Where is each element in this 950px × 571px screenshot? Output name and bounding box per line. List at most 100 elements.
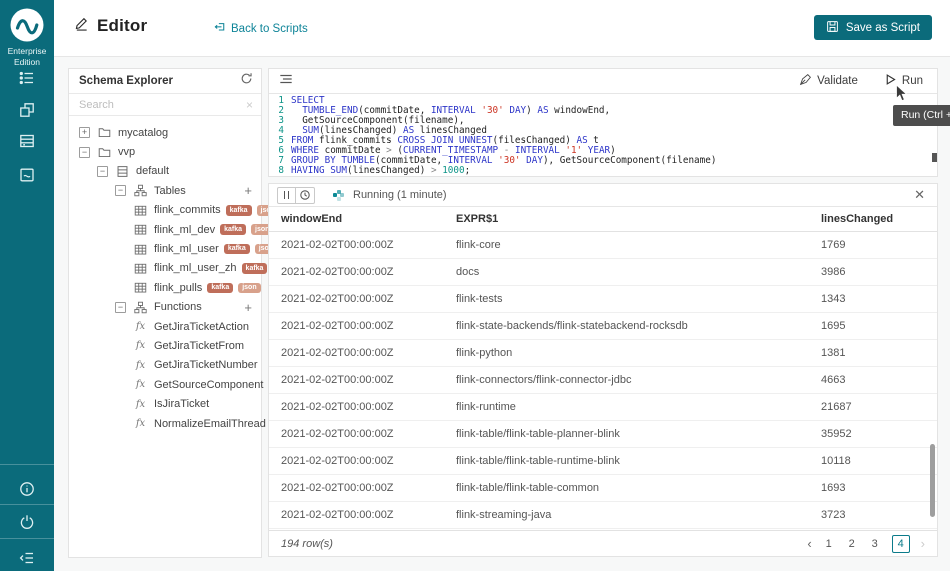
cell-windowend: 2021-02-02T00:00:00Z — [281, 482, 456, 494]
collapse-sidebar-icon[interactable] — [0, 545, 54, 571]
badge-kafka: kafka — [224, 244, 250, 255]
cell-lineschanged: 35952 — [821, 428, 937, 440]
collapse-node-icon[interactable]: − — [115, 185, 126, 196]
page-2[interactable]: 2 — [846, 538, 858, 550]
sidebar-divider — [0, 504, 54, 505]
results-footer: 194 row(s) ‹ 1234 › — [269, 530, 937, 556]
cell-lineschanged: 21687 — [821, 401, 937, 413]
cell-windowend: 2021-02-02T00:00:00Z — [281, 455, 456, 467]
results-header-row: windowEnd EXPR$1 linesChanged — [269, 207, 937, 232]
collapse-node-icon[interactable]: − — [97, 166, 108, 177]
prev-page-icon[interactable]: ‹ — [807, 537, 811, 550]
next-page-icon[interactable]: › — [921, 537, 925, 550]
column-header[interactable]: linesChanged — [821, 213, 937, 225]
page-4[interactable]: 4 — [892, 535, 910, 553]
column-header[interactable]: windowEnd — [281, 213, 456, 225]
cell-windowend: 2021-02-02T00:00:00Z — [281, 347, 456, 359]
search-input[interactable] — [69, 99, 246, 111]
page-header: Editor Back to Scripts Save as Script — [54, 0, 950, 57]
tree-item-IsJiraTicket[interactable]: fxIsJiraTicket — [69, 394, 261, 413]
editor-scrollbar[interactable] — [932, 153, 937, 162]
cell-expr1: flink-connectors/flink-connector-jdbc — [456, 374, 821, 386]
mouse-cursor — [895, 84, 908, 107]
tree-item-flink_pulls[interactable]: flink_pullskafkajson — [69, 278, 261, 297]
tree-item-GetJiraTicketAction[interactable]: fxGetJiraTicketAction — [69, 317, 261, 336]
power-icon[interactable] — [0, 509, 54, 535]
sitemap-icon — [133, 301, 148, 314]
sql-editor-icon[interactable] — [0, 162, 54, 188]
tree-item-label: flink_commits — [154, 204, 221, 216]
tree-item-flink_commits[interactable]: flink_commitskafkajson — [69, 201, 261, 220]
cell-lineschanged: 1693 — [821, 482, 937, 494]
expand-node-icon[interactable]: + — [79, 127, 90, 138]
refresh-icon[interactable] — [240, 72, 253, 90]
cell-windowend: 2021-02-02T00:00:00Z — [281, 401, 456, 413]
brand-logo — [9, 7, 45, 43]
table-grid-icon — [133, 223, 148, 236]
menu-icon[interactable] — [279, 72, 293, 91]
tables-nav-icon[interactable] — [0, 128, 54, 154]
tree-item-default[interactable]: −default — [69, 162, 261, 181]
add-icon[interactable]: + — [244, 183, 252, 198]
tree-item-GetJiraTicketFrom[interactable]: fxGetJiraTicketFrom — [69, 336, 261, 355]
tree-item-flink_ml_user_zh[interactable]: flink_ml_user_zhkafkajson — [69, 259, 261, 278]
table-row: 2021-02-02T00:00:00Zflink-table/flink-ta… — [269, 421, 937, 448]
pause-icon[interactable] — [277, 187, 296, 204]
info-icon[interactable] — [0, 476, 54, 502]
tree-item-vvp[interactable]: − vvp — [69, 142, 261, 161]
table-row: 2021-02-02T00:00:00Zflink-table/flink-ta… — [269, 448, 937, 475]
tree-item-label: vvp — [118, 146, 135, 158]
tree-item-label: Functions — [154, 301, 202, 313]
app-sidebar: Enterprise Edition — [0, 0, 54, 571]
cell-lineschanged: 1769 — [821, 239, 937, 251]
cell-windowend: 2021-02-02T00:00:00Z — [281, 320, 456, 332]
function-fx-icon: fx — [133, 340, 148, 351]
collapse-node-icon[interactable]: − — [115, 302, 126, 313]
app-window: Enterprise Edition — [0, 0, 950, 571]
pagination: ‹ 1234 › — [807, 535, 925, 553]
function-fx-icon: fx — [133, 379, 148, 390]
tree-item-NormalizeEmailThread[interactable]: fxNormalizeEmailThread — [69, 414, 261, 433]
cell-lineschanged: 4663 — [821, 374, 937, 386]
sitemap-icon — [133, 184, 148, 197]
tree-item-flink_ml_user[interactable]: flink_ml_userkafkajson — [69, 239, 261, 258]
save-as-script-button[interactable]: Save as Script — [814, 15, 932, 40]
function-fx-icon: fx — [133, 321, 148, 332]
page-3[interactable]: 3 — [869, 538, 881, 550]
results-panel: Running (1 minute) ✕ windowEnd EXPR$1 li… — [268, 183, 938, 557]
results-scrollbar[interactable] — [930, 444, 935, 517]
tree-item-label: flink_ml_user — [154, 243, 219, 255]
cell-lineschanged: 3986 — [821, 266, 937, 278]
cell-expr1: flink-tests — [456, 293, 821, 305]
jobs-list-icon[interactable] — [0, 65, 54, 91]
tree-item-flink_ml_dev[interactable]: flink_ml_devkafkajson — [69, 220, 261, 239]
deployments-icon[interactable] — [0, 97, 54, 123]
edit-pencil-icon — [74, 16, 89, 36]
run-shortcut-tooltip: Run (Ctrl + — [893, 105, 950, 126]
validate-button[interactable]: Validate — [799, 73, 858, 89]
tree-item-GetJiraTicketNumber[interactable]: fxGetJiraTicketNumber — [69, 356, 261, 375]
table-row: 2021-02-02T00:00:00Zflink-tests1343 — [269, 286, 937, 313]
cell-expr1: flink-table/flink-table-planner-blink — [456, 428, 821, 440]
history-clock-icon[interactable] — [296, 187, 315, 204]
sidebar-divider — [0, 464, 54, 465]
function-fx-icon: fx — [133, 418, 148, 429]
table-row: 2021-02-02T00:00:00Zflink-streaming-java… — [269, 502, 937, 529]
cell-expr1: flink-table/flink-table-runtime-blink — [456, 455, 821, 467]
tree-item-Functions[interactable]: − Functions + — [69, 298, 261, 317]
tree-item-label: GetJiraTicketNumber — [154, 359, 258, 371]
code-lines[interactable]: 1SELECT2 TUMBLE_END(commitDate, INTERVAL… — [269, 94, 937, 176]
column-header[interactable]: EXPR$1 — [456, 213, 821, 225]
page-1[interactable]: 1 — [823, 538, 835, 550]
cell-lineschanged: 1381 — [821, 347, 937, 359]
tree-item-GetSourceComponent[interactable]: fxGetSourceComponent — [69, 375, 261, 394]
close-icon[interactable]: ✕ — [912, 187, 927, 203]
clear-search-icon[interactable]: × — [246, 98, 253, 112]
add-icon[interactable]: + — [244, 300, 252, 315]
tree-item-Tables[interactable]: −Tables+ — [69, 181, 261, 200]
tree-item-mycatalog[interactable]: +mycatalog — [69, 123, 261, 142]
back-to-scripts-link[interactable]: Back to Scripts — [214, 21, 308, 36]
results-body: 2021-02-02T00:00:00Zflink-core17692021-0… — [269, 232, 937, 529]
tree-item-label: flink_pulls — [154, 282, 202, 294]
collapse-node-icon[interactable]: − — [79, 147, 90, 158]
